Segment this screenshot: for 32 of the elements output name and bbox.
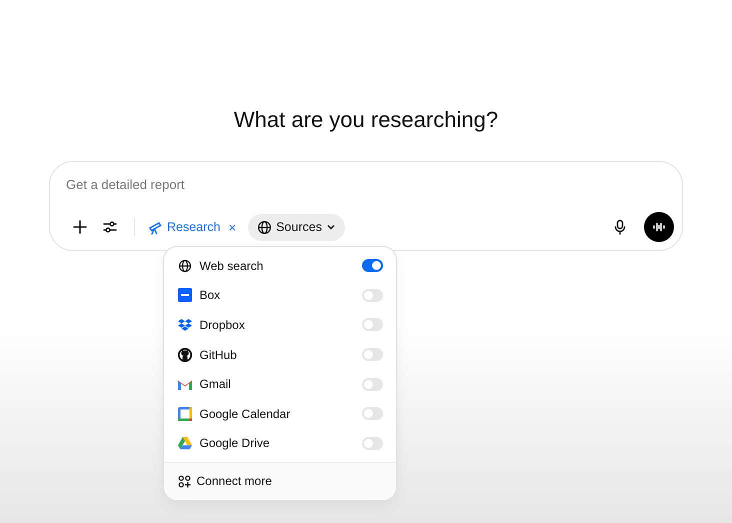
page-heading: What are you researching? xyxy=(234,107,498,133)
source-toggle[interactable] xyxy=(362,259,382,272)
prompt-input[interactable]: Get a detailed report xyxy=(66,177,466,192)
gmail-logo-icon xyxy=(178,378,192,390)
sources-dropdown-button[interactable]: Sources xyxy=(248,214,345,240)
github-logo-icon xyxy=(178,348,192,362)
source-toggle[interactable] xyxy=(362,318,382,332)
source-toggle[interactable] xyxy=(362,436,382,450)
research-mode-chip[interactable]: Research xyxy=(145,215,222,239)
source-label: Web search xyxy=(200,258,264,273)
source-label: Gmail xyxy=(200,377,232,392)
source-label: GitHub xyxy=(200,348,238,362)
globe-icon xyxy=(178,258,192,273)
globe-icon xyxy=(257,220,272,234)
dropbox-logo-icon xyxy=(178,318,192,332)
chevron-down-icon xyxy=(326,222,336,232)
connect-more-item[interactable]: Connect more xyxy=(164,462,396,500)
source-label: Dropbox xyxy=(200,318,246,332)
remove-mode-button[interactable]: × xyxy=(224,218,240,236)
source-toggle[interactable] xyxy=(362,348,382,362)
box-logo-icon xyxy=(178,288,192,302)
source-label: Google Calendar xyxy=(200,406,292,421)
voice-button[interactable] xyxy=(644,212,674,242)
source-toggle[interactable] xyxy=(362,288,382,302)
source-label: Google Drive xyxy=(200,436,271,450)
apps-plus-icon xyxy=(178,474,190,488)
source-toggle[interactable] xyxy=(362,378,382,391)
source-toggle[interactable] xyxy=(362,407,382,420)
drive-logo-icon xyxy=(178,436,192,450)
calendar-logo-icon xyxy=(178,406,192,421)
source-label: Box xyxy=(200,288,222,302)
telescope-icon xyxy=(147,219,163,235)
